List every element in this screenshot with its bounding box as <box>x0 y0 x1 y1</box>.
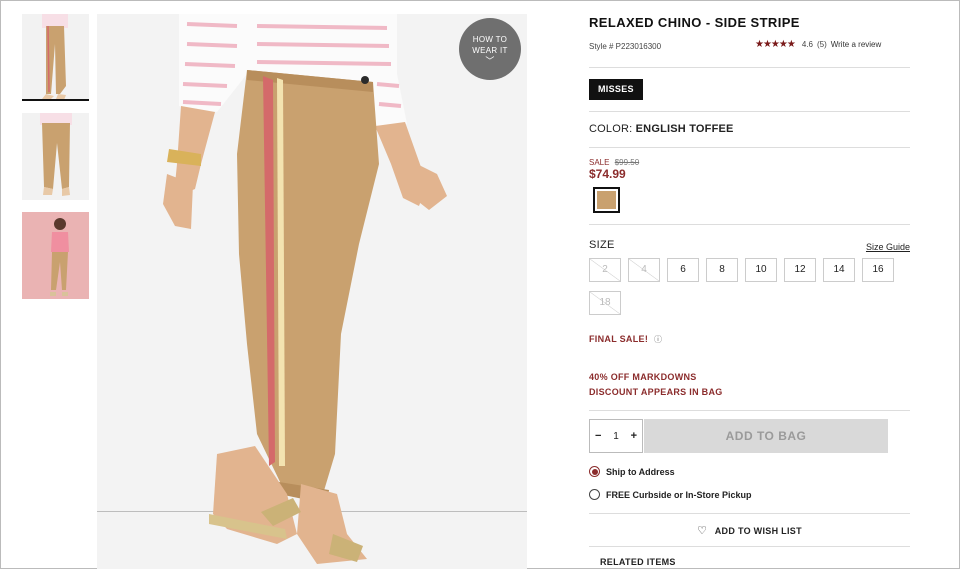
style-number: Style # P223016300 <box>589 42 662 51</box>
how-to-wear-line1: HOW TO <box>472 34 508 44</box>
divider <box>589 546 910 547</box>
color-label: COLOR: ENGLISH TOFFEE <box>589 123 734 135</box>
sale-line: SALE $99.50 <box>589 158 639 167</box>
promo-markdowns: 40% OFF MARKDOWNS <box>589 372 697 382</box>
divider <box>589 410 910 411</box>
divider <box>589 111 910 112</box>
chevron-down-icon: ﹀ <box>485 55 495 66</box>
size-option-18[interactable]: 18 <box>589 291 621 315</box>
size-guide-link[interactable]: Size Guide <box>866 242 910 252</box>
product-title: RELAXED CHINO - SIDE STRIPE <box>589 15 800 30</box>
add-to-wish-list-button[interactable]: ♡ ADD TO WISH LIST <box>589 524 910 537</box>
quantity-decrease-button[interactable]: − <box>595 430 601 442</box>
radio-unselected-icon[interactable] <box>589 489 600 500</box>
related-items-heading[interactable]: RELATED ITEMS <box>600 557 676 567</box>
add-to-bag-button[interactable]: ADD TO BAG <box>644 419 888 453</box>
write-review-link[interactable]: Write a review <box>831 40 882 49</box>
rating-count[interactable]: (5) <box>817 40 827 49</box>
size-option-10[interactable]: 10 <box>745 258 777 282</box>
divider <box>589 147 910 148</box>
how-to-wear-it-button[interactable]: HOW TO WEAR IT ﹀ <box>459 18 521 80</box>
quantity-increase-button[interactable]: + <box>631 430 637 442</box>
rating-value: 4.6 <box>801 40 813 49</box>
product-photo-illustration <box>97 14 527 569</box>
star-rating-icon[interactable]: ★★★★★ <box>755 39 796 50</box>
fit-misses-button[interactable]: MISSES <box>589 79 643 100</box>
quantity-value[interactable]: 1 <box>613 431 619 442</box>
rating-summary: ★★★★★ 4.6 (5) Write a review <box>755 39 881 50</box>
thumbnail-list <box>22 14 89 311</box>
thumbnail-full-look[interactable] <box>22 212 89 299</box>
divider <box>589 513 910 514</box>
promo-discount-in-bag: DISCOUNT APPEARS IN BAG <box>589 387 723 397</box>
color-value: ENGLISH TOFFEE <box>635 123 734 135</box>
size-option-4[interactable]: 4 <box>628 258 660 282</box>
color-swatch-english-toffee[interactable] <box>593 187 620 213</box>
heart-icon: ♡ <box>697 525 708 537</box>
page-frame: HOW TO WEAR IT ﹀ RELAXED CHINO - SIDE ST… <box>0 0 960 569</box>
current-price: $74.99 <box>589 167 626 181</box>
size-option-14[interactable]: 14 <box>823 258 855 282</box>
size-option-6[interactable]: 6 <box>667 258 699 282</box>
color-label-prefix: COLOR: <box>589 123 633 135</box>
thumbnail-side-view[interactable] <box>22 14 89 101</box>
size-option-16[interactable]: 16 <box>862 258 894 282</box>
sale-label: SALE <box>589 158 610 167</box>
size-option-8[interactable]: 8 <box>706 258 738 282</box>
radio-selected-icon[interactable] <box>589 466 600 477</box>
final-sale-text: FINAL SALE! <box>589 334 649 344</box>
final-sale-notice: FINAL SALE! ⓘ <box>589 334 662 345</box>
swatch-fill <box>597 191 616 209</box>
how-to-wear-line2: WEAR IT <box>472 45 508 55</box>
info-icon[interactable]: ⓘ <box>654 335 662 344</box>
pickup-label: FREE Curbside or In-Store Pickup <box>606 489 752 500</box>
divider <box>589 67 910 68</box>
original-price: $99.50 <box>614 158 640 167</box>
size-label: SIZE <box>589 239 615 251</box>
thumbnail-back-view[interactable] <box>22 113 89 200</box>
quantity-stepper: − 1 + <box>589 419 643 453</box>
main-product-image[interactable]: HOW TO WEAR IT ﹀ <box>97 14 527 569</box>
wish-list-label: ADD TO WISH LIST <box>714 526 802 536</box>
divider <box>589 224 910 225</box>
ship-to-address-label: Ship to Address <box>606 466 675 477</box>
pickup-option[interactable]: FREE Curbside or In-Store Pickup <box>589 489 752 500</box>
size-option-2[interactable]: 2 <box>589 258 621 282</box>
size-option-12[interactable]: 12 <box>784 258 816 282</box>
ship-to-address-option[interactable]: Ship to Address <box>589 466 675 477</box>
